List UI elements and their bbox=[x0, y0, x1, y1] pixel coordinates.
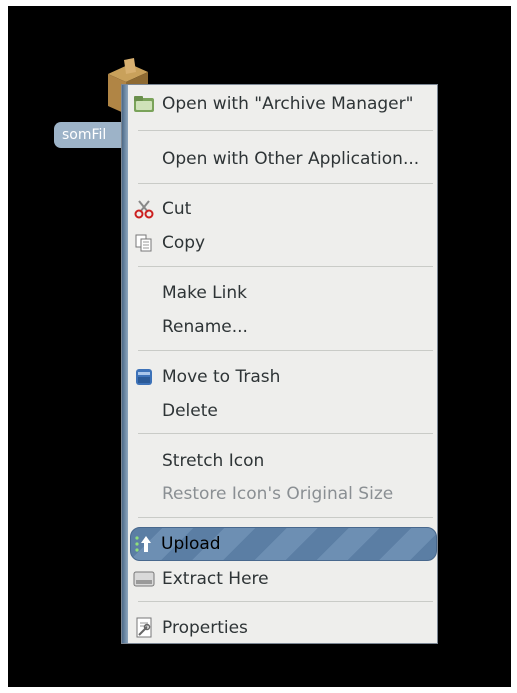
menu-separator bbox=[138, 601, 433, 602]
menu-item-copy[interactable]: Copy bbox=[132, 227, 435, 259]
menu-item-cut[interactable]: Cut bbox=[132, 193, 435, 225]
context-menu: Open with "Archive Manager" Open with Ot… bbox=[121, 84, 438, 644]
trash-icon bbox=[132, 365, 156, 389]
archive-manager-icon bbox=[132, 92, 156, 116]
upload-icon bbox=[131, 532, 155, 556]
menu-item-extract-here[interactable]: Extract Here bbox=[132, 563, 435, 595]
menu-item-rename[interactable]: Rename... bbox=[132, 311, 435, 343]
menu-item-upload[interactable]: Upload bbox=[130, 527, 437, 561]
menu-item-stretch-icon[interactable]: Stretch Icon bbox=[132, 445, 435, 477]
menu-separator bbox=[138, 266, 433, 267]
menu-separator bbox=[138, 517, 433, 518]
menu-separator bbox=[138, 183, 433, 184]
menu-item-restore-icon-size: Restore Icon's Original Size bbox=[162, 484, 394, 504]
menu-edge bbox=[122, 85, 128, 643]
menu-item-properties[interactable]: Properties bbox=[132, 612, 435, 644]
menu-item-make-link[interactable]: Make Link bbox=[132, 277, 435, 309]
menu-item-open-with-other-application[interactable]: Open with Other Application... bbox=[132, 143, 435, 175]
menu-separator bbox=[138, 433, 433, 434]
menu-separator bbox=[138, 350, 433, 351]
menu-item-open-with-archive-manager[interactable]: Open with "Archive Manager" bbox=[132, 88, 435, 120]
copy-icon bbox=[132, 231, 156, 255]
menu-separator bbox=[138, 130, 433, 131]
extract-icon bbox=[132, 567, 156, 591]
scissors-icon bbox=[132, 197, 156, 221]
menu-item-delete[interactable]: Delete bbox=[132, 395, 435, 427]
menu-item-move-to-trash[interactable]: Move to Trash bbox=[132, 361, 435, 393]
properties-icon bbox=[132, 616, 156, 640]
desktop: somFil Open with "Archive Manager" Open … bbox=[8, 6, 511, 687]
